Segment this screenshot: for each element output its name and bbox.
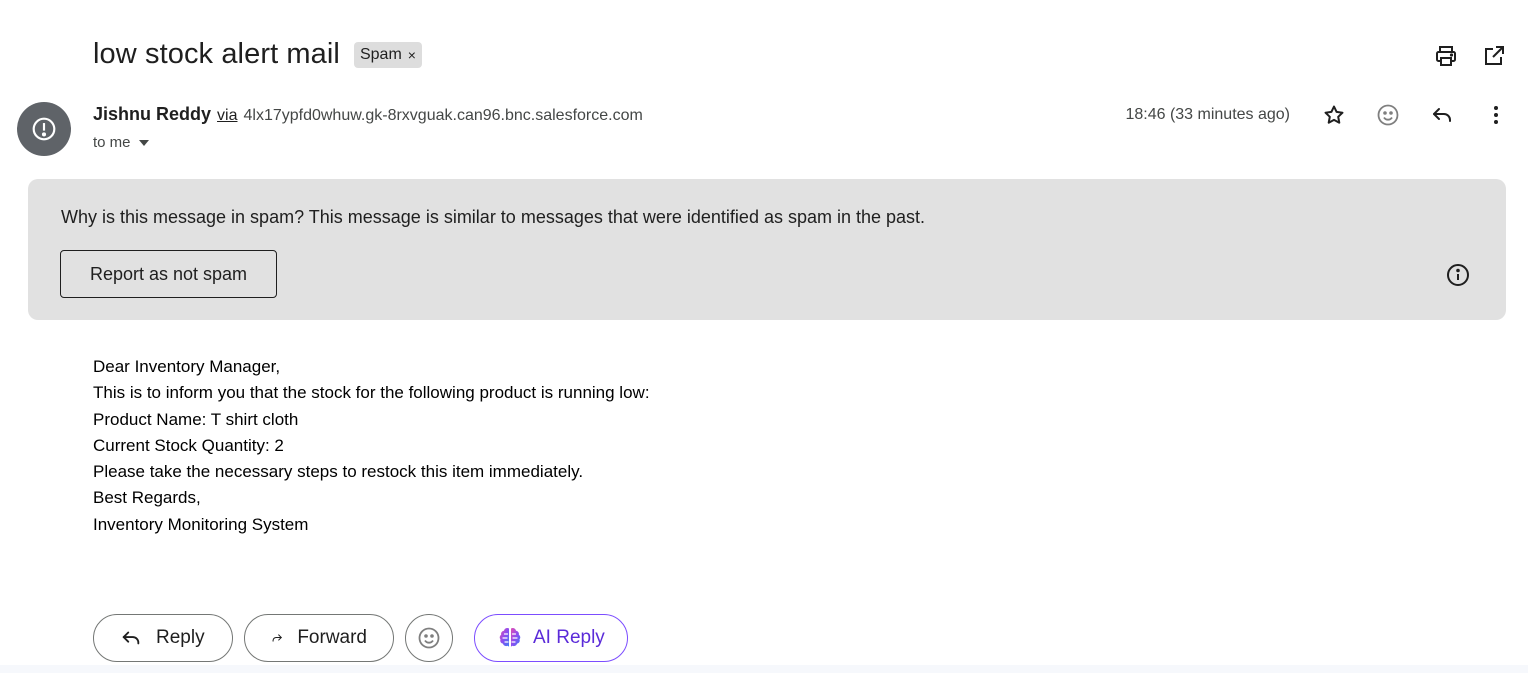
body-line: Current Stock Quantity: 2 xyxy=(93,435,284,455)
email-view: low stock alert mail Spam × Jishnu Reddy… xyxy=(0,0,1528,673)
recipient-line: to me xyxy=(93,134,149,151)
forward-button[interactable]: Forward xyxy=(244,614,394,662)
via-link[interactable]: via xyxy=(217,107,237,125)
emoji-reaction-button[interactable] xyxy=(405,614,453,662)
spam-warning-icon xyxy=(17,102,71,156)
bottom-edge xyxy=(0,665,1528,673)
body-line: Inventory Monitoring System xyxy=(93,514,309,534)
body-line: Best Regards, xyxy=(93,488,201,508)
message-timestamp: 18:46 (33 minutes ago) xyxy=(1125,106,1290,123)
report-not-spam-button[interactable]: Report as not spam xyxy=(60,250,277,298)
spam-reason-explanation: This message is similar to messages that… xyxy=(304,207,926,227)
sender-info: Jishnu Reddy via 4lx17ypfd0whuw.gk-8rxvg… xyxy=(93,104,643,125)
thread-actions xyxy=(1434,44,1506,68)
email-body: Dear Inventory Manager, This is to infor… xyxy=(93,354,650,538)
reply-button[interactable]: Reply xyxy=(93,614,233,662)
emoji-smile-icon[interactable] xyxy=(1376,103,1400,127)
reply-icon xyxy=(122,631,140,645)
show-details-chevron-down-icon[interactable] xyxy=(138,139,149,146)
more-vert-icon[interactable] xyxy=(1484,103,1508,127)
ai-reply-label: AI Reply xyxy=(533,627,605,648)
sender-name[interactable]: Jishnu Reddy xyxy=(93,104,211,125)
sender-via-domain: 4lx17ypfd0whuw.gk-8rxvguak.can96.bnc.sal… xyxy=(243,107,643,124)
body-line: This is to inform you that the stock for… xyxy=(93,383,650,403)
reply-actions: Reply Forward AI Reply xyxy=(93,614,628,662)
email-subject: low stock alert mail xyxy=(93,38,340,70)
spam-label-text: Spam xyxy=(359,45,402,63)
body-line: Please take the necessary steps to resto… xyxy=(93,462,584,482)
open-in-new-window-icon[interactable] xyxy=(1482,44,1506,68)
reply-label: Reply xyxy=(156,627,205,648)
star-icon[interactable] xyxy=(1322,103,1346,127)
reply-icon[interactable] xyxy=(1430,103,1454,127)
remove-label-icon[interactable]: × xyxy=(408,48,416,62)
body-line: Product Name: T shirt cloth xyxy=(93,409,299,429)
forward-icon xyxy=(272,634,282,642)
forward-label: Forward xyxy=(297,627,367,648)
body-line: Dear Inventory Manager, xyxy=(93,357,281,376)
spam-reason-question: Why is this message in spam? xyxy=(61,207,305,227)
subject-row: low stock alert mail Spam × xyxy=(93,38,422,71)
recipient-label: to me xyxy=(93,134,131,151)
ai-brain-icon xyxy=(499,628,521,647)
emoji-smile-icon xyxy=(418,627,440,649)
spam-warning-banner: Why is this message in spam? This messag… xyxy=(28,179,1506,320)
message-actions: 18:46 (33 minutes ago) xyxy=(1125,103,1508,127)
spam-label-chip[interactable]: Spam × xyxy=(353,41,422,68)
print-icon[interactable] xyxy=(1434,44,1458,68)
info-icon[interactable] xyxy=(1446,263,1470,287)
ai-reply-button[interactable]: AI Reply xyxy=(474,614,628,662)
spam-reason-text: Why is this message in spam? This messag… xyxy=(61,207,925,228)
